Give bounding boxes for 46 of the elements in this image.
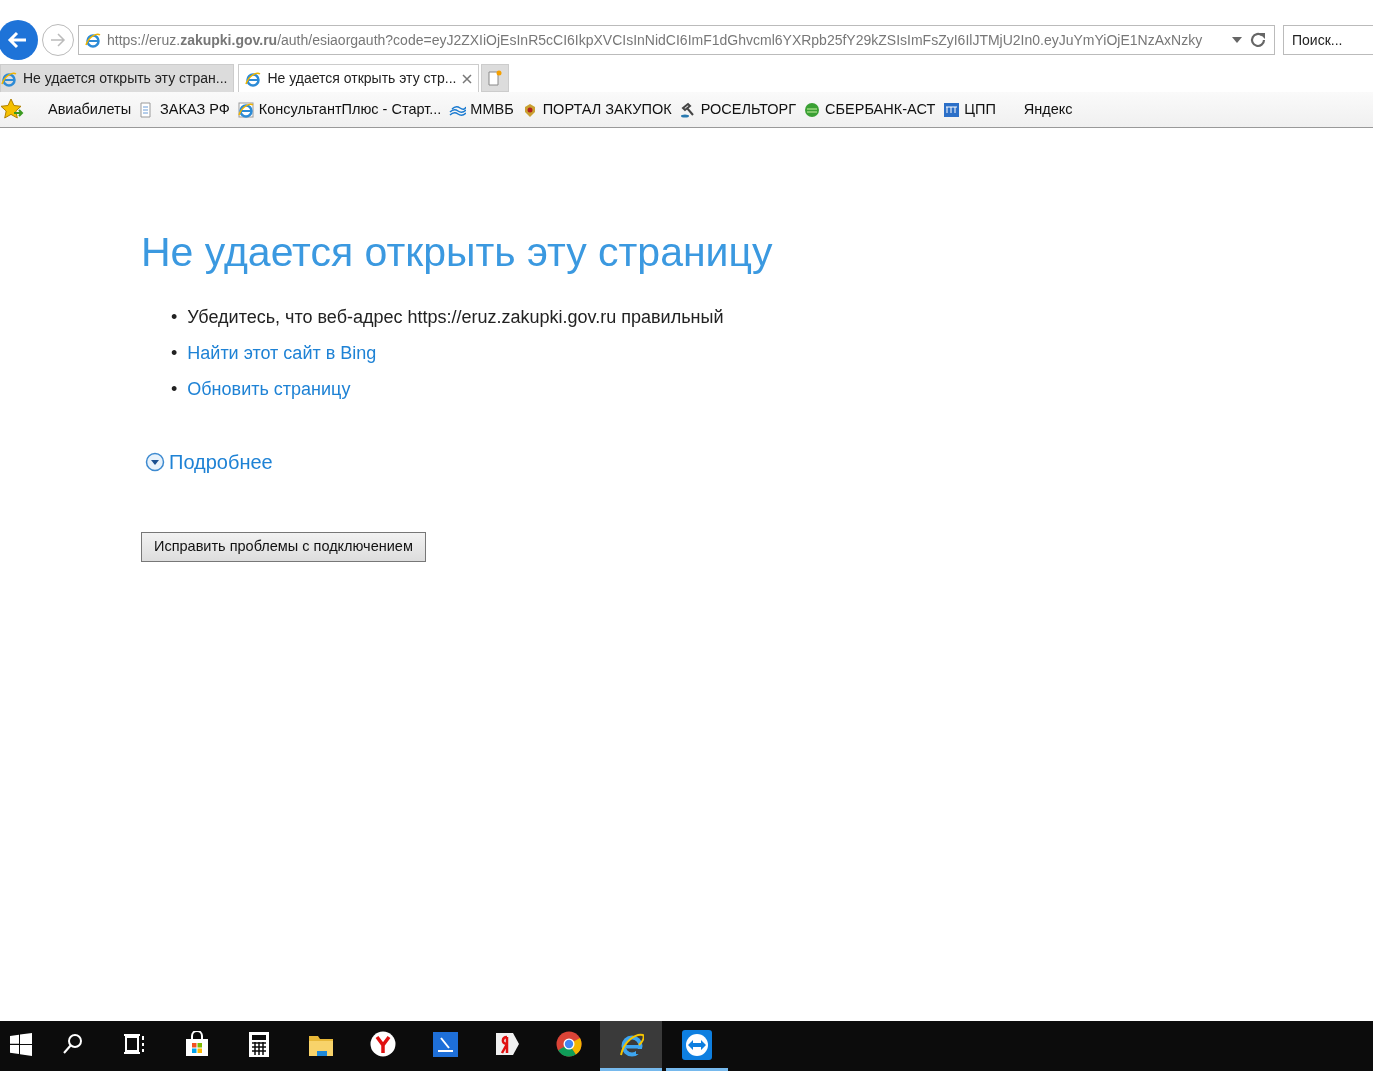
browser-tab[interactable]: Не удается открыть эту стран... <box>0 64 235 92</box>
bookmark-icon <box>943 101 961 118</box>
bullet: • <box>171 378 178 402</box>
search-field[interactable]: Поиск... <box>1283 25 1373 55</box>
hint-text: Убедитесь, что веб-адрес https://eruz.zakupki.gov.ru правильный <box>187 306 724 330</box>
favorite-link[interactable]: СБЕРБАНК-АСТ <box>804 98 936 121</box>
ie-icon <box>245 70 262 87</box>
close-icon <box>462 73 473 84</box>
browser-tab[interactable]: Не удается открыть эту стр... <box>238 64 480 92</box>
url-text: https://eruz.zakupki.gov.ru/auth/esiaorgauth?code=eyJ2ZXIiOjEsInR5cCI6IkpXVCIsInNidCI6ImF1dGhvcml6YXRpb25fY29kZSIsImFsZyI6IlJTMjU2In0.eyJuYmYiOjE1NzAxNzky <box>107 30 1204 50</box>
favorite-link[interactable]: ММВБ <box>449 98 514 121</box>
ya-logo-icon <box>494 1031 520 1058</box>
fix-connection-button[interactable]: Исправить проблемы с подключением <box>141 532 426 562</box>
favorite-link[interactable]: Авиабилеты <box>48 98 132 121</box>
address-bar[interactable]: https://eruz.zakupki.gov.ru/auth/esiaorgauth?code=eyJ2ZXIiOjEsInR5cCI6IkpXVCIsInNidCI6ImF1dGhvcml6YXRpb25fY29kZSIsImFsZyI6IlJTMjU2In0.eyJuYmYiOjE1NzAxNzky <box>78 25 1275 55</box>
details-toggle[interactable]: Подробнее <box>145 447 273 478</box>
new-page-icon <box>488 70 503 86</box>
favorite-link[interactable]: КонсультантПлюс - Старт... <box>237 98 442 121</box>
tab-title: Не удается открыть эту стр... <box>267 69 457 88</box>
scanner-icon <box>432 1031 458 1058</box>
favorite-link[interactable]: ЗАКАЗ РФ <box>139 98 230 121</box>
windows-logo-icon <box>8 1031 34 1058</box>
favorite-link[interactable]: ЦПП <box>943 98 996 121</box>
bookmark-icon <box>679 101 697 118</box>
chrome-logo-icon <box>556 1031 582 1058</box>
favorite-link[interactable]: Яндекс <box>1023 98 1073 121</box>
favorite-link[interactable]: РОСЕЛЬТОРГ <box>679 98 797 121</box>
link[interactable]: Найти этот сайт в Bing <box>187 335 377 372</box>
refresh-icon <box>1248 30 1268 50</box>
bookmark-icon <box>237 101 255 118</box>
ie-icon <box>1 70 17 87</box>
ie-logo-icon <box>618 1031 644 1058</box>
dropdown-icon <box>1232 37 1242 43</box>
calculator-icon <box>246 1031 272 1058</box>
back-button[interactable] <box>0 20 38 60</box>
favorite-link[interactable]: ПОРТАЛ ЗАКУПОК <box>521 98 672 121</box>
shopping-bag-icon <box>184 1031 210 1058</box>
ie-icon <box>85 32 101 48</box>
bullet: • <box>171 306 178 330</box>
forward-arrow-icon <box>49 31 67 49</box>
y-logo-icon <box>370 1031 396 1058</box>
error-title: Не удается открыть эту страницу <box>141 228 774 277</box>
bookmark-icon <box>804 101 822 118</box>
tab-title: Не удается открыть эту стран... <box>23 69 228 88</box>
bullet: • <box>171 342 178 366</box>
link[interactable]: Обновить страницу <box>187 371 351 408</box>
